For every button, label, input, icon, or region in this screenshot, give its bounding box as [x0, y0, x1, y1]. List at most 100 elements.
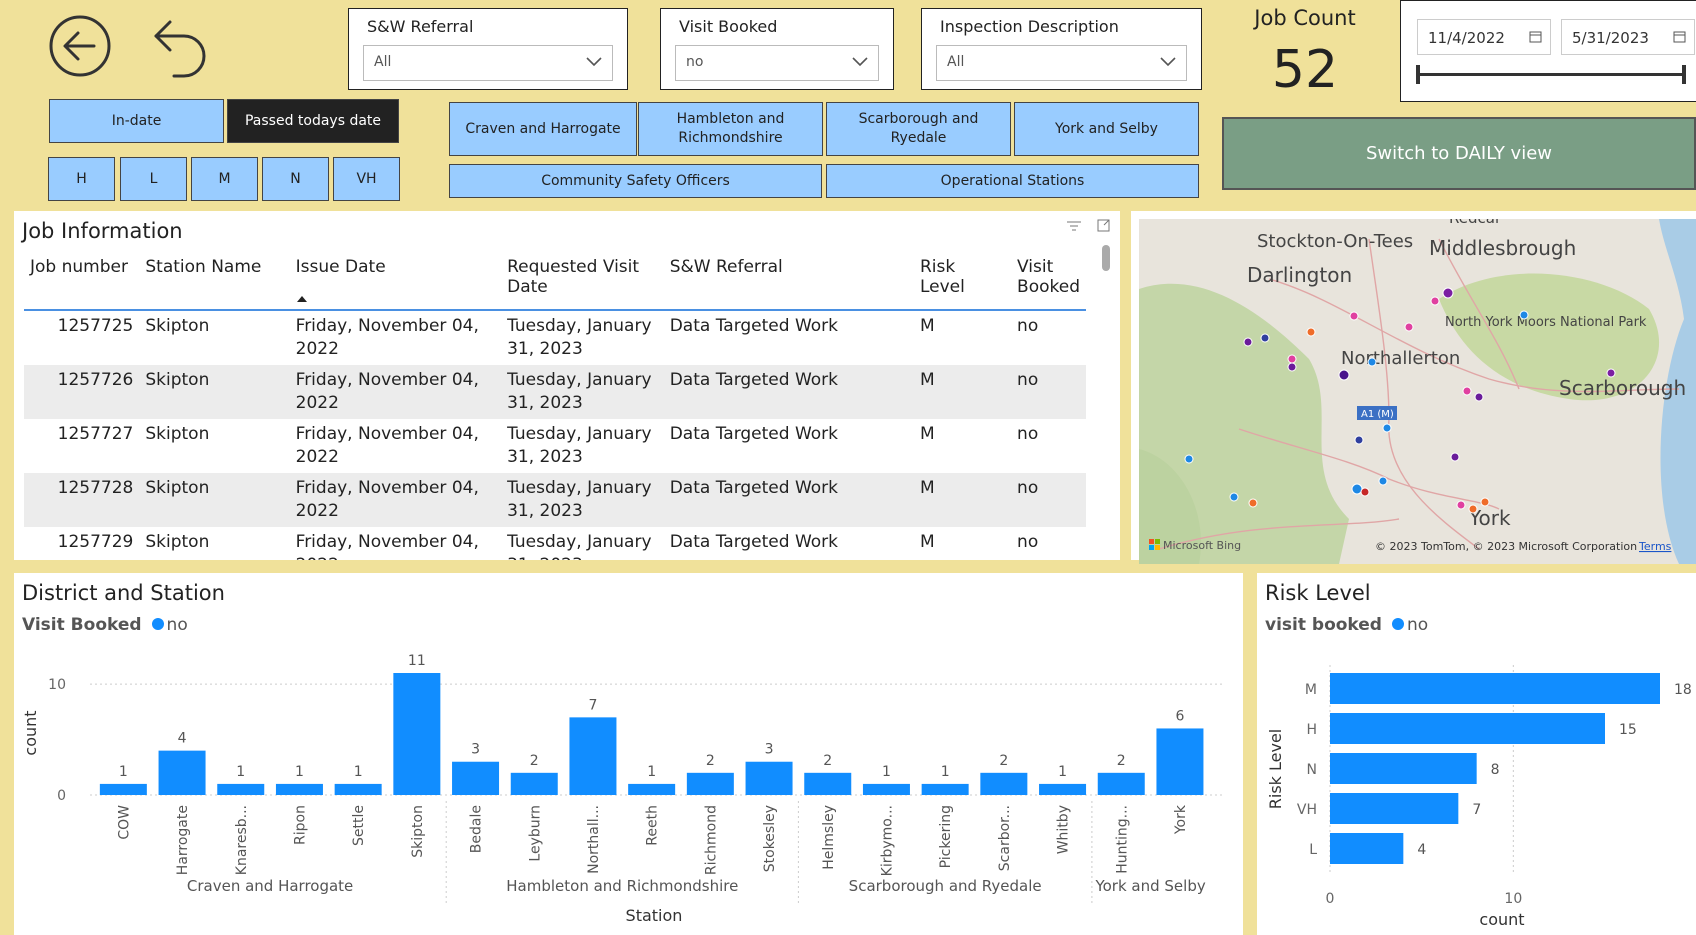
x-tick-label: Stokesley: [762, 805, 778, 872]
table-row[interactable]: 1257729 Skipton Friday, November 04, 202…: [24, 527, 1086, 560]
map-label-stockton: Stockton-On-Tees: [1257, 231, 1413, 252]
cell-booked: no: [1017, 532, 1039, 552]
risk-m-button[interactable]: M: [191, 157, 258, 201]
map-marker: [1456, 500, 1466, 510]
visit-booked-slicer[interactable]: Visit Booked no: [660, 8, 894, 90]
cell-referral: Data Targeted Work: [663, 365, 914, 419]
bar: [275, 783, 323, 795]
map-marker: [1382, 423, 1392, 433]
calendar-icon[interactable]: [1529, 30, 1542, 43]
scrollbar-thumb[interactable]: [1102, 245, 1110, 271]
data-label: 11: [408, 653, 426, 669]
focus-mode-icon[interactable]: [1096, 218, 1111, 233]
start-date-input[interactable]: 11/4/2022: [1417, 19, 1551, 55]
column-header-requested-visit-date[interactable]: Requested Visit Date: [501, 247, 664, 310]
data-label: 15: [1619, 722, 1637, 738]
map-label-scarborough: Scarborough: [1559, 376, 1686, 400]
cell-risk: M: [919, 316, 935, 336]
passed-todays-date-button[interactable]: Passed todays date: [227, 99, 399, 143]
job-count-label: Job Count: [1254, 6, 1356, 30]
data-label: 1: [295, 764, 304, 780]
switch-daily-view-button[interactable]: Switch to DAILY view: [1222, 117, 1696, 190]
district-york-button[interactable]: York and Selby: [1014, 102, 1199, 156]
x-tick-label: Leyburn: [527, 805, 543, 862]
column-header-station-name[interactable]: Station Name: [139, 247, 289, 310]
map-marker: [1468, 504, 1478, 514]
sw-referral-slicer[interactable]: S&W Referral All: [348, 8, 628, 90]
x-tick-label: Reeth: [645, 805, 661, 846]
table-row[interactable]: 1257727 Skipton Friday, November 04, 202…: [24, 419, 1086, 473]
column-header-issue-date[interactable]: Issue Date: [290, 247, 501, 310]
job-count-value: 52: [1271, 40, 1339, 100]
risk-vh-button[interactable]: VH: [333, 157, 400, 201]
risk-n-button[interactable]: N: [262, 157, 329, 201]
district-craven-button[interactable]: Craven and Harrogate: [449, 102, 637, 156]
back-circle-icon[interactable]: [48, 14, 112, 78]
district-hambleton-button[interactable]: Hambleton and Richmondshire: [638, 102, 823, 156]
x-tick-label: Hunting...: [1114, 805, 1130, 874]
data-label: 1: [119, 764, 128, 780]
cell-station: Skipton: [145, 424, 210, 444]
table-row[interactable]: 1257726 Skipton Friday, November 04, 202…: [24, 365, 1086, 419]
bar: [1330, 673, 1660, 704]
cell-risk: M: [913, 473, 1012, 527]
risk-h-button[interactable]: H: [48, 157, 115, 201]
district-scarborough-button[interactable]: Scarborough and Ryedale: [826, 102, 1011, 156]
bar: [1039, 783, 1087, 795]
data-label: 18: [1674, 682, 1692, 698]
cell-visit-date: Tuesday, January 31, 2023: [501, 473, 664, 527]
inspection-description-slicer[interactable]: Inspection Description All: [921, 8, 1202, 90]
cell-visit-date: Tuesday, January 31, 2023: [507, 532, 652, 560]
chevron-down-icon: [586, 57, 602, 67]
table-row[interactable]: 1257725 Skipton Friday, November 04, 202…: [24, 310, 1086, 365]
column-header-job-number[interactable]: Job number: [24, 247, 139, 310]
group-label: Hambleton and Richmondshire: [506, 877, 738, 895]
data-label: 7: [588, 697, 597, 713]
column-header-sw-referral[interactable]: S&W Referral: [664, 247, 914, 310]
x-tick-label: Bedale: [469, 805, 485, 853]
data-label: 1: [1058, 764, 1067, 780]
filter-icon[interactable]: [1066, 219, 1082, 233]
end-date-input[interactable]: 5/31/2023: [1561, 19, 1695, 55]
risk-l-button[interactable]: L: [120, 157, 187, 201]
table-row[interactable]: 1257728 Skipton Friday, November 04, 202…: [24, 473, 1086, 527]
community-safety-officers-button[interactable]: Community Safety Officers: [449, 164, 822, 198]
cell-booked: no: [1011, 365, 1086, 419]
map-marker: [1480, 497, 1490, 507]
date-slider-end-handle[interactable]: [1682, 65, 1686, 84]
cell-job-number: 1257725: [57, 316, 134, 336]
in-date-button[interactable]: In-date: [49, 99, 224, 143]
operational-stations-button[interactable]: Operational Stations: [826, 164, 1199, 198]
bar: [99, 783, 147, 795]
district-station-chart: count 0 10 1 COW 4 Harrogate 1 Knaresb... 1 Ripon 1…: [21, 653, 1224, 925]
map-marker: [1450, 452, 1460, 462]
cell-risk: M: [919, 424, 935, 444]
x-tick-label: 10: [1504, 891, 1522, 907]
map-label-redcar: Redcar: [1449, 219, 1502, 227]
cell-referral: Data Targeted Work: [663, 473, 914, 527]
cell-station: Skipton: [139, 365, 290, 419]
sw-referral-dropdown[interactable]: All: [363, 45, 613, 81]
map-marker: [1354, 435, 1364, 445]
calendar-icon[interactable]: [1673, 30, 1686, 43]
map-panel[interactable]: Redcar Stockton-On-Tees Middlesbrough Da…: [1131, 211, 1696, 564]
bar: [1097, 772, 1145, 795]
column-header-visit-booked[interactable]: Visit Booked: [1011, 247, 1086, 310]
visit-booked-dropdown[interactable]: no: [675, 45, 879, 81]
undo-icon[interactable]: [150, 14, 210, 78]
map-view[interactable]: Redcar Stockton-On-Tees Middlesbrough Da…: [1139, 219, 1696, 564]
cell-booked: no: [1011, 473, 1086, 527]
map-marker: [1430, 296, 1440, 306]
column-header-risk-level[interactable]: Risk Level: [914, 247, 1011, 310]
x-tick-label: York: [1173, 804, 1189, 835]
sort-ascending-icon: [296, 296, 307, 302]
inspection-description-dropdown[interactable]: All: [936, 45, 1187, 81]
map-terms-link[interactable]: Terms: [1638, 540, 1672, 553]
date-slider-start-handle[interactable]: [1416, 65, 1420, 84]
cell-visit-date: Tuesday, January 31, 2023: [507, 424, 652, 467]
data-label: 7: [1472, 802, 1481, 818]
slicer-title: Inspection Description: [940, 17, 1119, 36]
group-label: Scarborough and Ryedale: [849, 877, 1042, 895]
date-range-slicer[interactable]: 11/4/2022 5/31/2023: [1400, 0, 1696, 102]
data-label: 3: [765, 742, 774, 758]
